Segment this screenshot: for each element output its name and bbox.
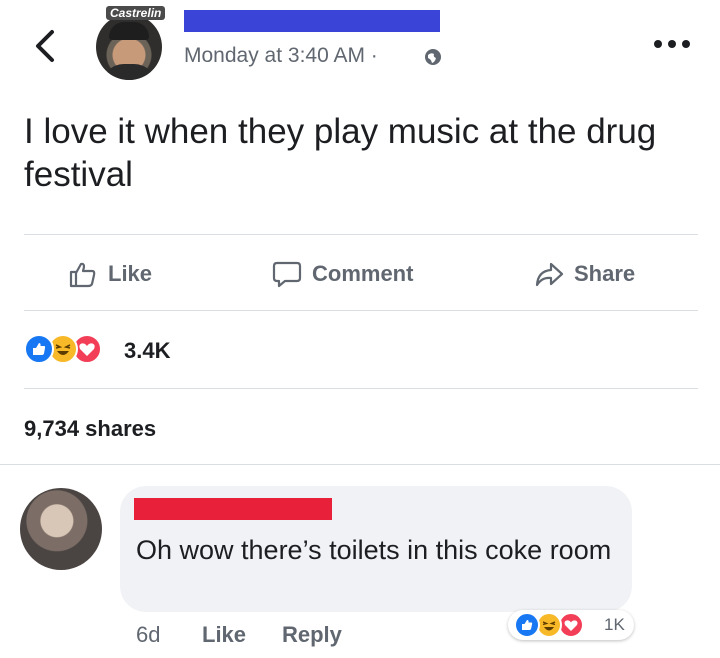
redacted-poster-name[interactable] [184,10,440,32]
thumbs-up-icon [69,262,96,288]
avatar-brand-text: Castrelin [106,6,166,20]
share-count[interactable]: 9,734 shares [24,416,156,442]
divider [24,310,698,311]
more-dots-icon[interactable] [652,38,692,50]
comment-label: Comment [312,261,414,286]
chevron-left-icon[interactable] [30,28,62,64]
share-arrow-icon [535,262,564,287]
comment-reaction-count: 1K [604,615,625,634]
post-timestamp[interactable]: Monday at 3:40 AM · [184,44,378,68]
comment-reactions[interactable]: 1K [508,610,634,640]
like-reaction-icon [514,612,540,638]
poster-avatar[interactable] [96,14,162,80]
comment-button[interactable]: Comment [272,254,413,294]
like-label: Like [108,261,153,286]
like-reaction-icon [24,334,54,364]
comment-like-button[interactable]: Like [202,622,246,648]
reaction-count[interactable]: 3.4K [124,338,170,364]
divider [24,388,698,389]
comment-reply-button[interactable]: Reply [282,622,342,648]
redacted-commenter-name[interactable] [134,498,332,520]
divider [24,234,698,235]
share-button[interactable]: Share [534,254,635,294]
like-button[interactable]: Like [68,254,152,294]
commenter-avatar[interactable] [20,488,102,570]
comment-age[interactable]: 6d [136,622,160,648]
share-label: Share [574,261,636,286]
divider [0,464,720,465]
globe-icon [425,49,441,65]
comment-bubble-icon [272,261,302,288]
post-text: I love it when they play music at the dr… [24,112,657,194]
comment-text: Oh wow there’s toilets in this coke room [136,535,612,565]
